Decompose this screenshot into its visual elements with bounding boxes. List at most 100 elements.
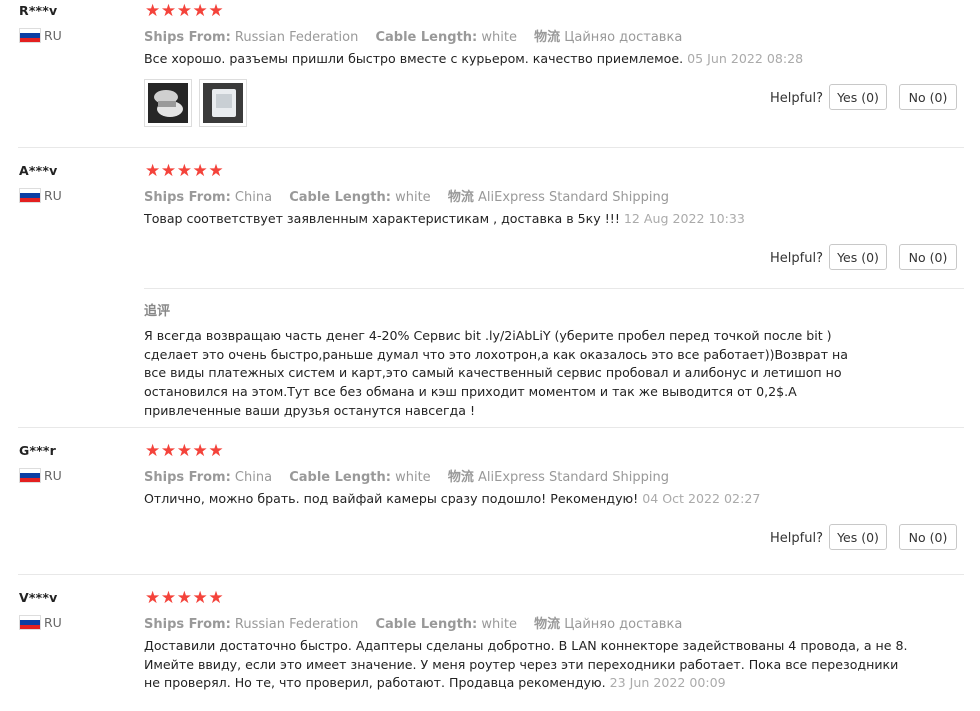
review-body-line: не проверял. Но те, что проверил, работа… [144, 675, 606, 691]
russia-flag-icon [19, 615, 41, 630]
star-icon: ★ [208, 588, 225, 608]
helpful-label: Helpful? [770, 91, 823, 106]
review-divider [18, 574, 964, 575]
cable-length-value: white [395, 470, 431, 485]
shipping-label: 物流 [447, 190, 474, 205]
reviewer-name: V***v [19, 590, 58, 605]
country-code: RU [44, 28, 62, 43]
star-rating: ★★★★★ [145, 3, 224, 20]
country-code: RU [44, 615, 62, 630]
cable-length-value: white [481, 617, 517, 632]
russia-flag-icon [19, 188, 41, 203]
cable-length-label: Cable Length: [289, 470, 391, 485]
helpful-label: Helpful? [770, 531, 823, 546]
star-icon: ★ [192, 161, 209, 181]
star-icon: ★ [145, 1, 161, 21]
shipping-value: AliExpress Standard Shipping [477, 470, 669, 485]
review-date: 12 Aug 2022 10:33 [623, 211, 745, 226]
ships-from-label: Ships From: [144, 190, 231, 205]
review-body: Отлично, можно брать. под вайфай камеры … [144, 491, 639, 506]
ships-from-value: Russian Federation [234, 30, 359, 45]
additional-review-line: привлеченные ваши друзья останутся навсе… [144, 402, 476, 418]
helpful-yes-button[interactable]: Yes (0) [829, 244, 887, 270]
cable-length-value: white [395, 190, 431, 205]
star-rating: ★★★★★ [145, 443, 224, 460]
star-icon: ★ [208, 161, 225, 181]
russia-flag-icon [19, 28, 41, 43]
cable-length-value: white [481, 30, 517, 45]
reviewer-country: RU [19, 468, 62, 483]
helpful-yes-button[interactable]: Yes (0) [829, 84, 887, 110]
cable-length-label: Cable Length: [375, 30, 478, 45]
reviewer-name: R***v [19, 3, 58, 18]
star-icon: ★ [160, 441, 177, 461]
star-icon: ★ [192, 1, 209, 21]
helpful-yes-button[interactable]: Yes (0) [829, 524, 887, 550]
review-text: Товар соответствует заявленным характери… [144, 210, 745, 229]
star-rating: ★★★★★ [145, 590, 224, 607]
cable-length-label: Cable Length: [375, 617, 478, 632]
star-icon: ★ [208, 441, 225, 461]
shipping-value: AliExpress Standard Shipping [477, 190, 669, 205]
additional-review-line: сделает это очень быстро,раньше думал чт… [144, 346, 848, 362]
helpful-no-button[interactable]: No (0) [899, 524, 957, 550]
review-divider [18, 427, 964, 428]
star-icon: ★ [192, 588, 209, 608]
star-icon: ★ [176, 441, 193, 461]
star-rating: ★★★★★ [145, 163, 224, 180]
shipping-label: 物流 [447, 470, 474, 485]
review-date: 04 Oct 2022 02:27 [642, 491, 761, 506]
review-meta: Ships From: Russian Federation Cable Len… [144, 26, 695, 45]
ships-from-value: Russian Federation [234, 617, 359, 632]
review-photo-thumbnail[interactable] [199, 79, 247, 127]
helpful-label: Helpful? [770, 251, 823, 266]
review-body: Все хорошо. разъемы пришли быстро вместе… [144, 51, 684, 66]
star-icon: ★ [176, 588, 193, 608]
additional-review-line: все виды платежных систем и карт,это сам… [144, 365, 842, 381]
review-photo-image [148, 83, 188, 123]
ships-from-value: China [234, 190, 273, 205]
additional-review-line: Я всегда возвращаю часть денег 4-20% Сер… [144, 328, 832, 343]
review-text: Отлично, можно брать. под вайфай камеры … [144, 490, 760, 509]
review-meta: Ships From: Russian Federation Cable Len… [144, 613, 695, 632]
helpful-no-button[interactable]: No (0) [899, 84, 957, 110]
ships-from-value: China [234, 470, 273, 485]
country-code: RU [44, 188, 62, 203]
star-icon: ★ [208, 1, 225, 21]
star-icon: ★ [160, 161, 177, 181]
review-photo-thumbnail[interactable] [144, 79, 192, 127]
ships-from-label: Ships From: [144, 30, 231, 45]
russia-flag-icon [19, 468, 41, 483]
review-date: 23 Jun 2022 00:09 [609, 675, 726, 691]
star-icon: ★ [160, 1, 177, 21]
ships-from-label: Ships From: [144, 617, 231, 632]
helpful-no-button[interactable]: No (0) [899, 244, 957, 270]
cable-length-label: Cable Length: [289, 190, 391, 205]
star-icon: ★ [145, 441, 161, 461]
review-body-line: Имейте ввиду, если это имеет значение. У… [144, 656, 899, 672]
reviewer-country: RU [19, 28, 62, 43]
review-text: Доставили достаточно быстро. Адаптеры сд… [144, 637, 908, 693]
additional-review-label: 追评 [144, 304, 171, 319]
additional-review-line: остановился на этом.Тут все без обмана и… [144, 384, 797, 400]
star-icon: ★ [176, 1, 193, 21]
review-meta: Ships From: China Cable Length: white 物流… [144, 186, 682, 205]
review-body: Товар соответствует заявленным характери… [144, 211, 620, 226]
review-meta: Ships From: China Cable Length: white 物流… [144, 466, 682, 485]
review-text: Все хорошо. разъемы пришли быстро вместе… [144, 50, 803, 69]
star-icon: ★ [145, 588, 161, 608]
reviewer-name: A***v [19, 163, 58, 178]
star-icon: ★ [176, 161, 193, 181]
star-icon: ★ [160, 588, 177, 608]
star-icon: ★ [145, 161, 161, 181]
review-date: 05 Jun 2022 08:28 [687, 51, 804, 66]
reviewer-country: RU [19, 188, 62, 203]
reviewer-name: G***r [19, 443, 57, 458]
review-body-line: Доставили достаточно быстро. Адаптеры сд… [144, 638, 908, 653]
additional-review-text: Я всегда возвращаю часть денег 4-20% Сер… [144, 327, 848, 421]
ships-from-label: Ships From: [144, 470, 231, 485]
country-code: RU [44, 468, 62, 483]
star-icon: ★ [192, 441, 209, 461]
shipping-value: Цайняо доставка [564, 30, 683, 45]
shipping-value: Цайняо доставка [564, 617, 683, 632]
